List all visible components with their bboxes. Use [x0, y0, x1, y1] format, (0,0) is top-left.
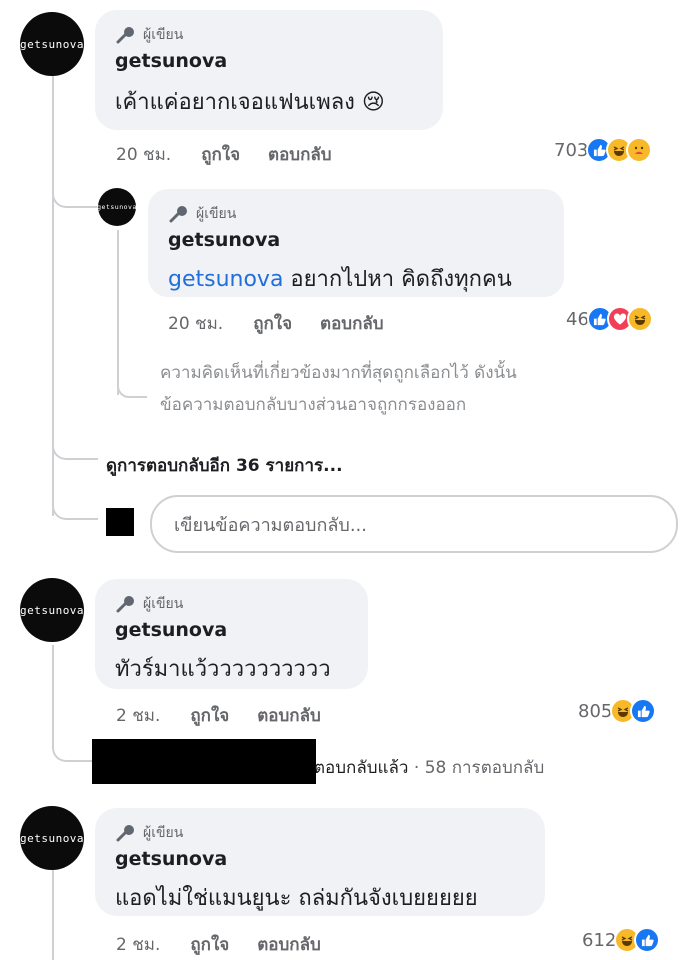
reply-button[interactable]: ตอบกลับ [268, 141, 332, 168]
thread-connector [52, 490, 98, 520]
author-badge-label: ผู้เขียน [143, 596, 184, 612]
timestamp[interactable]: 20 ชม. [116, 141, 171, 168]
like-reaction-icon [630, 698, 657, 724]
reaction-summary[interactable]: 612 [582, 927, 661, 953]
reaction-count: 703 [554, 139, 589, 161]
author-badge-label: ผู้เขียน [143, 825, 184, 841]
view-more-replies-link[interactable]: ดูการตอบกลับอีก 36 รายการ... [106, 452, 343, 479]
redacted-avatar [106, 508, 134, 536]
like-button[interactable]: ถูกใจ [253, 310, 292, 337]
author-badge: ผู้เขียน [115, 593, 183, 615]
like-button[interactable]: ถูกใจ [190, 931, 229, 958]
like-button[interactable]: ถูกใจ [201, 141, 240, 168]
author-name[interactable]: getsunova [168, 229, 280, 251]
thread-line-main [52, 645, 54, 745]
author-name[interactable]: getsunova [115, 619, 227, 641]
reply-input[interactable]: เขียนข้อความตอบกลับ... [150, 495, 678, 553]
comment-bubble: ผู้เขียน getsunova เค้าแค่อยากเจอแฟนเพลง… [95, 10, 443, 130]
comment-meta: 2 ชม. ถูกใจ ตอบกลับ [116, 702, 349, 729]
author-badge: ผู้เขียน [168, 203, 236, 225]
author-badge-label: ผู้เขียน [143, 27, 184, 43]
comment-bubble: ผู้เขียน getsunova แอดไม่ใช่แมนยูนะ ถล่ม… [95, 808, 545, 916]
comment-meta: 20 ชม. ถูกใจ ตอบกลับ [116, 141, 360, 168]
thread-line-main [52, 870, 54, 960]
care-reaction-icon [626, 137, 653, 163]
comment-bubble: ผู้เขียน getsunova ทัวร์มาแว้วววววววววว [95, 579, 368, 689]
separator: · [408, 758, 425, 778]
microphone-icon [115, 595, 137, 613]
timestamp[interactable]: 2 ชม. [116, 702, 160, 729]
relevance-note-line: ข้อความตอบกลับบางส่วนอาจถูกกรองออก [160, 395, 467, 415]
avatar[interactable]: getsunova [20, 578, 84, 642]
avatar[interactable]: getsunova [20, 806, 84, 870]
timestamp[interactable]: 20 ชม. [168, 310, 223, 337]
comment-text-body: อยากไปหา คิดถึงทุกคน [283, 267, 512, 292]
comment-text: เค้าแค่อยากเจอแฟนเพลง 😢 [115, 90, 385, 115]
reaction-summary[interactable]: 703 [554, 137, 653, 163]
author-badge-label: ผู้เขียน [196, 206, 237, 222]
comment-bubble: ผู้เขียน getsunova getsunova อยากไปหา คิ… [148, 189, 564, 297]
thread-connector [52, 180, 98, 208]
thread-connector [52, 734, 94, 762]
comment-text: getsunova อยากไปหา คิดถึงทุกคน [168, 261, 512, 296]
comment-meta: 20 ชม. ถูกใจ ตอบกลับ [168, 310, 412, 337]
redacted-replier-name [92, 739, 316, 784]
author-badge: ผู้เขียน [115, 24, 183, 46]
reaction-count: 805 [578, 700, 613, 722]
avatar[interactable]: getsunova [97, 188, 136, 226]
reaction-summary[interactable]: 46 [566, 306, 653, 332]
relevance-note: ความคิดเห็นที่เกี่ยวข้องมากที่สุดถูกเลือ… [160, 357, 517, 421]
reply-summary[interactable]: ตอบกลับแล้ว · 58 การตอบกลับ [314, 754, 544, 781]
reaction-count: 612 [582, 929, 617, 951]
author-name[interactable]: getsunova [115, 848, 227, 870]
microphone-icon [115, 824, 137, 842]
thread-connector [52, 430, 98, 460]
comment-meta: 2 ชม. ถูกใจ ตอบกลับ [116, 931, 349, 958]
microphone-icon [168, 205, 190, 223]
haha-reaction-icon [626, 306, 653, 332]
reply-button[interactable]: ตอบกลับ [320, 310, 384, 337]
reply-input-placeholder: เขียนข้อความตอบกลับ... [174, 514, 367, 536]
reaction-summary[interactable]: 805 [578, 698, 657, 724]
comment-text: แอดไม่ใช่แมนยูนะ ถล่มกันจังเบยยยยย [115, 886, 478, 911]
relevance-note-line: ความคิดเห็นที่เกี่ยวข้องมากที่สุดถูกเลือ… [160, 363, 517, 383]
timestamp[interactable]: 2 ชม. [116, 931, 160, 958]
thread-connector [117, 370, 147, 398]
avatar[interactable]: getsunova [20, 12, 84, 76]
reaction-count: 46 [566, 308, 589, 330]
replied-label: ตอบกลับแล้ว [314, 758, 409, 778]
like-reaction-icon [634, 927, 661, 953]
author-badge: ผู้เขียน [115, 822, 183, 844]
reply-button[interactable]: ตอบกลับ [257, 702, 321, 729]
mention-link[interactable]: getsunova [168, 267, 283, 292]
like-button[interactable]: ถูกใจ [190, 702, 229, 729]
reply-count: 58 การตอบกลับ [424, 758, 545, 778]
comment-text: ทัวร์มาแว้วววววววววว [115, 657, 331, 682]
reply-button[interactable]: ตอบกลับ [257, 931, 321, 958]
author-name[interactable]: getsunova [115, 50, 227, 72]
microphone-icon [115, 26, 137, 44]
